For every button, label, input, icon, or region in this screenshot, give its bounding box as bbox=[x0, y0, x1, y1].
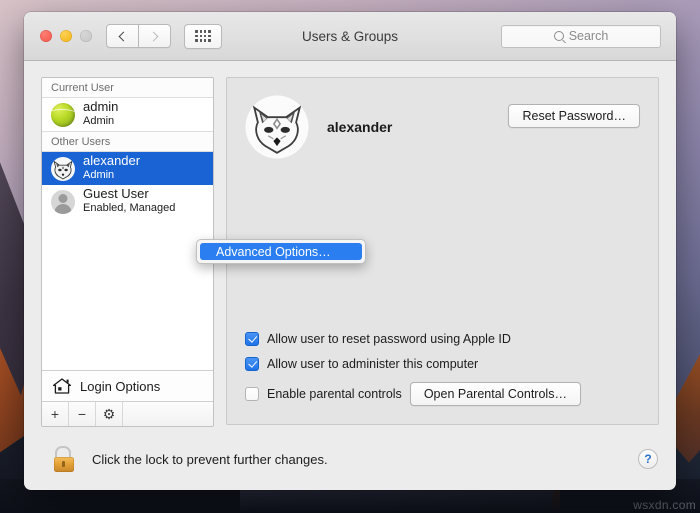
forward-button[interactable] bbox=[139, 24, 171, 48]
option-allow-administer[interactable]: Allow user to administer this computer bbox=[245, 357, 581, 371]
user-role: Admin bbox=[83, 115, 115, 128]
window-body: Current User admin Admin Other Users ale… bbox=[24, 61, 676, 428]
login-options-label: Login Options bbox=[80, 378, 161, 394]
show-all-preferences-button[interactable] bbox=[184, 23, 222, 49]
group-header-current-user: Current User bbox=[42, 78, 213, 98]
window-titlebar: Users & Groups Search bbox=[24, 12, 676, 61]
option-parental-controls[interactable]: Enable parental controls Open Parental C… bbox=[245, 382, 581, 406]
user-sidebar: Current User admin Admin Other Users ale… bbox=[41, 77, 214, 427]
fox-avatar bbox=[51, 156, 75, 181]
user-text: alexander Admin bbox=[83, 153, 141, 183]
lock-hint-text: Click the lock to prevent further change… bbox=[92, 451, 328, 467]
user-role: Enabled, Managed bbox=[83, 202, 176, 215]
navigation-buttons bbox=[106, 24, 171, 48]
unlocked-padlock-icon[interactable] bbox=[54, 446, 78, 472]
users-and-groups-window: Users & Groups Search Current User admin… bbox=[24, 12, 676, 490]
selected-user-name: alexander bbox=[327, 119, 393, 135]
user-name: admin bbox=[83, 99, 119, 115]
checkbox-enable-parental-controls[interactable] bbox=[245, 387, 259, 401]
list-item-admin[interactable]: admin Admin bbox=[42, 98, 213, 131]
search-field[interactable]: Search bbox=[501, 24, 661, 48]
search-placeholder: Search bbox=[568, 29, 609, 43]
chevron-left-icon bbox=[118, 31, 129, 41]
help-button[interactable]: ? bbox=[638, 449, 658, 469]
window-footer: Click the lock to prevent further change… bbox=[24, 428, 676, 490]
user-text: Guest User Enabled, Managed bbox=[83, 186, 176, 216]
checkbox-allow-reset-password[interactable] bbox=[245, 332, 259, 346]
user-list: Current User admin Admin Other Users ale… bbox=[42, 78, 213, 370]
zoom-button[interactable] bbox=[80, 30, 92, 42]
list-item-alexander[interactable]: alexander Admin bbox=[42, 152, 213, 185]
add-user-button[interactable]: + bbox=[42, 402, 69, 426]
close-button[interactable] bbox=[40, 30, 52, 42]
fox-avatar[interactable] bbox=[245, 95, 309, 159]
open-parental-controls-button[interactable]: Open Parental Controls… bbox=[409, 382, 581, 406]
grid-icon bbox=[195, 30, 211, 42]
chevron-right-icon bbox=[148, 31, 159, 41]
tennis-ball-avatar bbox=[51, 102, 75, 127]
option-label: Allow user to reset password using Apple… bbox=[267, 332, 511, 346]
user-text: admin Admin bbox=[83, 99, 119, 129]
back-button[interactable] bbox=[106, 24, 139, 48]
user-name: alexander bbox=[83, 153, 141, 169]
minimize-button[interactable] bbox=[60, 30, 72, 42]
context-menu: Advanced Options… bbox=[196, 239, 366, 264]
option-label: Enable parental controls bbox=[267, 387, 402, 401]
traffic-light-buttons bbox=[40, 30, 92, 42]
option-label: Allow user to administer this computer bbox=[267, 357, 479, 371]
home-icon bbox=[52, 378, 72, 394]
menu-item-advanced-options[interactable]: Advanced Options… bbox=[200, 243, 362, 260]
checkbox-allow-administer[interactable] bbox=[245, 357, 259, 371]
search-icon bbox=[553, 31, 564, 41]
watermark: wsxdn.com bbox=[633, 498, 696, 512]
guest-silhouette-avatar bbox=[51, 189, 75, 214]
sidebar-item-login-options[interactable]: Login Options bbox=[42, 370, 213, 401]
user-role: Admin bbox=[83, 169, 115, 182]
reset-password-button[interactable]: Reset Password… bbox=[508, 104, 640, 128]
user-options: Allow user to reset password using Apple… bbox=[245, 332, 581, 406]
user-name: Guest User bbox=[83, 186, 149, 202]
list-item-guest-user[interactable]: Guest User Enabled, Managed bbox=[42, 185, 213, 218]
remove-user-button[interactable]: − bbox=[69, 402, 96, 426]
option-allow-reset-password[interactable]: Allow user to reset password using Apple… bbox=[245, 332, 581, 346]
sidebar-toolbar: + − ⚙ bbox=[42, 401, 213, 426]
group-header-other-users: Other Users bbox=[42, 131, 213, 152]
settings-button[interactable]: ⚙ bbox=[96, 402, 123, 426]
